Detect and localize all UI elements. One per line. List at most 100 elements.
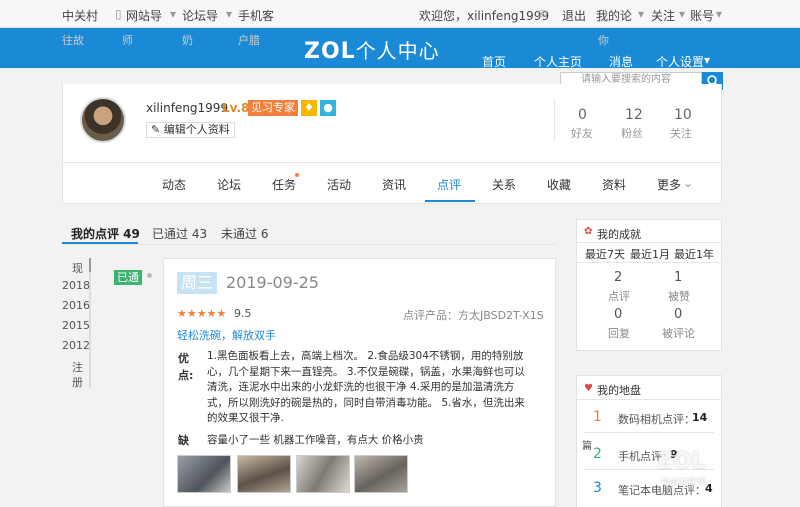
cons-text: 容量小了一些 机器工作噪音，有点大 价格小贵 [207,434,424,446]
tab-last-month[interactable]: 最近1月 [630,246,670,262]
chevron-down-icon: ▾ [716,7,723,21]
welcome-text: 欢迎您，xilinfeng1999 [419,9,550,23]
territory-item-count: 4 [705,482,713,495]
pros-line: 1.黑色面板看上去，高端上档次。 2.食品级304不锈钢，用的特别放 [207,350,524,362]
tab-profile-info[interactable]: 资料 [602,176,626,193]
timeline-register[interactable]: 注 [72,359,83,375]
review-date: 2019-09-25 [226,273,319,292]
chevron-down-icon: ▾ [704,53,711,67]
timeline-now[interactable]: 现 [72,260,83,276]
nav-settings[interactable]: 个人设置 [656,53,704,70]
tab-activities[interactable]: 活动 [327,176,351,193]
status-badge: 已通 [114,270,142,285]
replies-label: 回复 [608,327,630,340]
achievements-title: 我的成就 [597,228,641,241]
logo-zol-text: ZOL [304,39,356,64]
review-weekday: 周三 [177,272,218,294]
tab-news[interactable]: 资讯 [382,176,406,193]
nav-home[interactable]: 首页 [482,53,506,70]
territory-rank: 1 [593,409,602,425]
medal-icon: ♦ [301,100,317,116]
tab-reviews[interactable]: 点评 [437,176,461,193]
following-count[interactable]: 10 [674,107,692,123]
review-photo[interactable] [237,455,291,493]
tab-my-reviews[interactable]: 我的点评 49 [71,225,140,242]
zol-home-link[interactable]: 中关村 [62,7,98,24]
timeline-year[interactable]: 2015 [62,319,90,332]
phone-icon: ▯ [115,7,122,21]
rating-score: 9.5 [234,307,252,320]
tab-last-year[interactable]: 最近1年 [674,246,714,262]
likes-label: 被赞 [668,290,690,303]
level-badge: Lv.8 [222,101,250,115]
review-photo[interactable] [177,455,231,493]
account-link[interactable]: 账号 [690,7,714,24]
nav-messages[interactable]: 消息 [609,53,633,70]
pros-line: 心，几个星期下来一直锃亮。 3.不仅是碗碟，锅盖，水果海鲜也可以 [207,365,525,378]
tab-relations[interactable]: 关系 [492,176,516,193]
logo-title-text: 个人中心 [355,39,440,63]
fans-count[interactable]: 12 [625,107,643,123]
review-photo[interactable] [296,455,350,493]
username[interactable]: xilinfeng1999 [146,101,228,115]
pros-label: 优点: [178,352,194,382]
overlay-text: 往故 [62,34,84,47]
tab-last-7-days[interactable]: 最近7天 [585,246,625,262]
divider [62,244,556,245]
friends-count[interactable]: 0 [578,107,587,123]
reviews-count: 2 [614,270,623,285]
follow-link[interactable]: 关注 [651,7,675,24]
cons-label: 缺 [178,434,189,447]
friends-label: 好友 [571,127,593,140]
droplet-icon: ● [320,100,336,116]
my-forum-link[interactable]: 我的论 [596,7,632,24]
forum-nav-link[interactable]: 论坛导 [182,7,218,24]
territory-item-label[interactable]: 数码相机点评： [618,411,695,427]
chevron-down-icon: ▾ [638,7,645,21]
mobile-client-link[interactable]: 手机客 [238,7,274,24]
nav-personal-page[interactable]: 个人主页 [534,53,582,70]
tab-dynamics[interactable]: 动态 [162,176,186,193]
mail-icon[interactable]: ✉ [537,7,547,21]
reviewed-product[interactable]: 点评产品：方太JBSD2T-X1S [403,307,544,323]
fans-label: 粉丝 [621,127,643,140]
tab-approved[interactable]: 已通过 43 [152,225,207,242]
timeline-year[interactable]: 2016 [62,299,90,312]
avatar[interactable] [80,97,126,143]
tab-tasks[interactable]: 任务 [272,176,296,193]
watermark-logo: ZOL [657,449,706,474]
site-nav-link[interactable]: 网站导 [126,7,162,24]
divider [584,432,714,433]
reviews-label: 点评 [608,290,630,303]
territory-title: 我的地盘 [597,384,641,397]
tab-more[interactable]: 更多 [657,176,681,193]
territory-rank: 3 [593,480,602,496]
heart-icon: ♥ [584,383,593,394]
commented-label: 被评论 [662,327,695,340]
tab-forum[interactable]: 论坛 [217,176,241,193]
timeline-register[interactable]: 册 [72,374,83,390]
territory-item-count: 14 [692,411,708,424]
timeline-marker [89,258,91,272]
timeline-year[interactable]: 2018 [62,279,90,292]
likes-count: 1 [674,270,683,285]
review-title[interactable]: 轻松洗碗，解放双手 [177,327,276,343]
territory-rank: 2 [593,446,602,462]
pros-text: 1.黑色面板看上去，高端上档次。 2.食品级304不锈钢，用的特别放 心，几个星… [207,349,525,427]
active-tab-indicator [425,200,475,202]
divider [554,98,555,142]
timeline-year[interactable]: 2012 [62,339,90,352]
notification-dot [295,173,299,177]
divider [576,262,722,263]
overlay-text: 你 [598,34,609,47]
review-photo[interactable] [354,455,408,493]
commented-count: 0 [674,307,683,322]
pencil-icon: ✎ [151,123,161,136]
watermark-subtitle: 中关村在线 [661,478,707,488]
edit-profile-button[interactable]: ✎ 编辑个人资料 [146,122,235,138]
tab-favorites[interactable]: 收藏 [547,176,571,193]
rating-stars: ★★★★★ [177,307,227,320]
tab-rejected[interactable]: 未通过 6 [221,225,268,242]
logout-link[interactable]: 退出 [562,7,586,24]
zol-logo[interactable]: ZOL个人中心 [304,35,440,64]
